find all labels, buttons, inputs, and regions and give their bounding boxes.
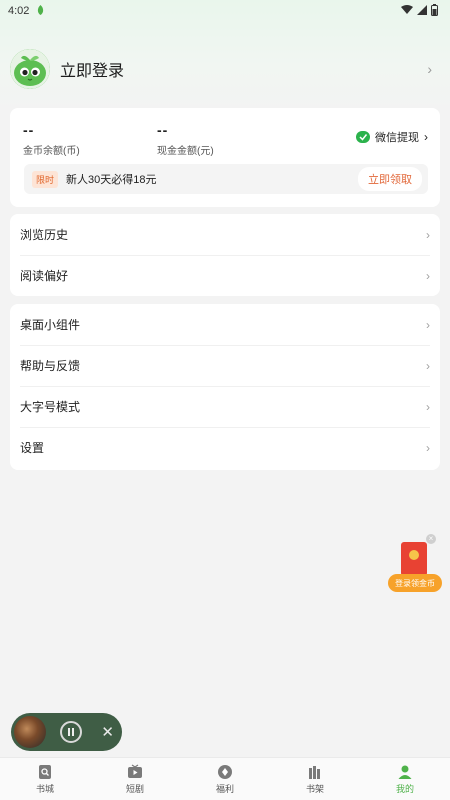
app-notification-icon [35,4,46,19]
chevron-right-icon: › [426,317,430,332]
wechat-withdraw-label: 微信提现 [375,132,419,144]
promo-tag: 限时 [32,170,59,188]
menu-item-settings[interactable]: 设置 › [10,427,440,468]
coin-balance-value: -- [23,122,35,138]
menu-item-label: 设置 [20,441,45,455]
wifi-icon [401,4,413,18]
coin-icon [409,550,419,560]
chevron-right-icon[interactable]: › [427,61,432,77]
nav-item-bookstore[interactable]: 书城 [0,758,90,800]
pause-icon[interactable] [60,721,82,743]
chevron-right-icon: › [426,227,430,242]
login-label[interactable]: 立即登录 [60,57,124,81]
red-envelope-label[interactable]: 登录领金币 [388,574,442,592]
menu-item-label: 阅读偏好 [20,269,69,283]
nav-item-bookshelf[interactable]: 书架 [270,758,360,800]
nav-label: 福利 [215,783,234,794]
gift-diamond-icon [218,764,232,779]
menu-item-label: 桌面小组件 [20,318,81,332]
chevron-right-icon: › [426,399,430,414]
close-icon[interactable]: ✕ [101,723,114,741]
nav-item-mine[interactable]: 我的 [360,758,450,800]
chevron-right-icon: › [424,130,428,144]
chevron-right-icon: › [426,268,430,283]
search-book-icon [39,764,51,779]
nav-item-welfare[interactable]: 福利 [180,758,270,800]
cash-balance[interactable]: -- 现金金额(元) [157,122,214,157]
cash-balance-value: -- [157,122,169,138]
coin-balance[interactable]: -- 金币余额(币) [23,122,80,157]
promo-banner[interactable]: 限时 新人30天必得18元 立即领取 [24,164,428,194]
mini-player[interactable]: ✕ [11,713,122,751]
signal-icon [417,4,427,18]
avatar[interactable] [10,49,50,89]
menu-item-label: 大字号模式 [20,400,81,414]
menu-item-desktop-widget[interactable]: 桌面小组件 › [10,304,440,345]
menu-item-help-feedback[interactable]: 帮助与反馈 › [10,345,440,386]
close-icon[interactable]: × [426,534,436,544]
menu-item-label: 帮助与反馈 [20,359,81,373]
red-envelope-widget[interactable]: × 登录领金币 [388,534,442,592]
menu-item-history[interactable]: 浏览历史 › [10,214,440,255]
status-bar: 4:02 [0,0,450,22]
menu-group-2: 桌面小组件 › 帮助与反馈 › 大字号模式 › 设置 › [10,304,440,470]
chevron-right-icon: › [426,358,430,373]
nav-item-short-drama[interactable]: 短剧 [90,758,180,800]
nav-label: 书城 [35,783,54,794]
nav-label: 短剧 [125,783,144,794]
menu-group-1: 浏览历史 › 阅读偏好 › [10,214,440,296]
nav-label: 书架 [305,783,324,794]
login-row[interactable]: 立即登录 › [10,48,440,90]
status-time: 4:02 [8,5,30,17]
wallet-card: -- 金币余额(币) -- 现金金额(元) 微信提现 › 限时 新人30天必得1… [10,108,440,207]
menu-item-label: 浏览历史 [20,228,69,242]
claim-button[interactable]: 立即领取 [358,167,422,191]
nav-label: 我的 [395,783,414,794]
wechat-withdraw-button[interactable]: 微信提现 › [356,129,428,145]
menu-item-large-font[interactable]: 大字号模式 › [10,386,440,427]
tv-play-icon [128,764,142,778]
bottom-nav: 书城 短剧 福利 书架 我的 [0,757,450,800]
menu-item-reading-preference[interactable]: 阅读偏好 › [10,255,440,296]
person-icon [398,765,412,779]
coin-balance-label: 金币余额(币) [23,146,80,157]
bookshelf-icon [309,765,320,779]
player-thumbnail[interactable] [14,716,46,748]
wechat-icon [356,131,370,143]
chevron-right-icon: › [426,440,430,455]
battery-icon [431,3,438,19]
promo-text: 新人30天必得18元 [66,174,157,186]
cash-balance-label: 现金金额(元) [157,146,214,157]
